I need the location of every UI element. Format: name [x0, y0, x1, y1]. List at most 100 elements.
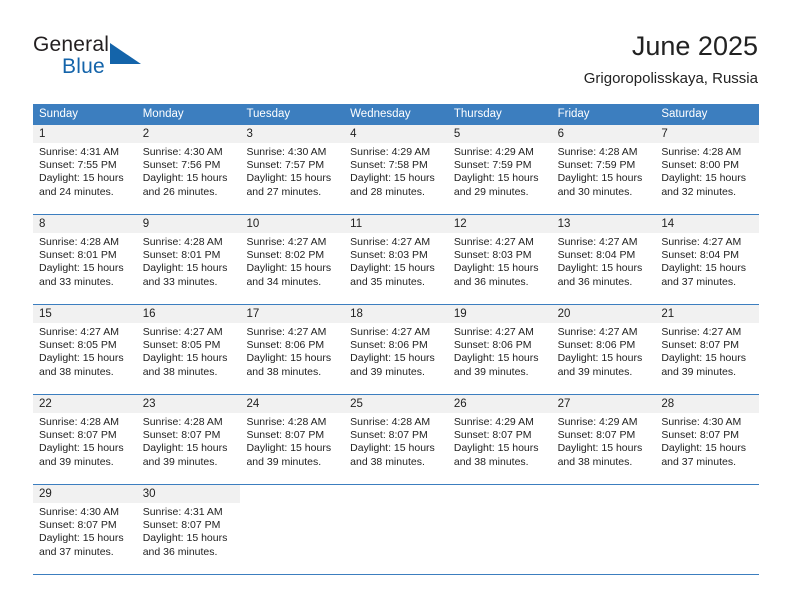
day-number-band: 3	[240, 125, 345, 143]
day-cell[interactable]: 17 Sunrise: 4:27 AM Sunset: 8:06 PM Dayligh…	[240, 305, 345, 394]
sunset-text: Sunset: 8:07 PM	[557, 429, 636, 442]
day-cell[interactable]: 12 Sunrise: 4:27 AM Sunset: 8:03 PM Dayligh…	[447, 215, 552, 304]
day-cell[interactable]: 7 Sunrise: 4:28 AM Sunset: 8:00 PM Daylight…	[655, 125, 760, 214]
day-cell[interactable]: 5 Sunrise: 4:29 AM Sunset: 7:59 PM Daylight…	[447, 125, 552, 214]
day-number-band: 10	[240, 215, 345, 233]
day-cell[interactable]: 6 Sunrise: 4:28 AM Sunset: 7:59 PM Daylight…	[551, 125, 656, 214]
day-cell[interactable]: 8 Sunrise: 4:28 AM Sunset: 8:01 PM Daylight…	[33, 215, 137, 304]
day-number: 30	[142, 488, 156, 500]
daylight-text-line1: Daylight: 15 hours	[350, 172, 435, 185]
general-blue-logo[interactable]: General Blue	[33, 33, 213, 89]
day-number: 4	[350, 128, 357, 140]
day-info: Sunrise: 4:27 AM Sunset: 8:06 PM Daylight:…	[344, 323, 448, 379]
day-cell[interactable]: 15 Sunrise: 4:27 AM Sunset: 8:05 PM Dayligh…	[33, 305, 137, 394]
day-cell[interactable]: 27 Sunrise: 4:29 AM Sunset: 8:07 PM Dayligh…	[551, 395, 656, 484]
page-subtitle: Grigoropolisskaya, Russia	[583, 70, 758, 87]
empty-day-cell	[447, 485, 552, 574]
daylight-text-line2: and 38 minutes.	[246, 365, 322, 378]
daylight-text-line2: and 37 minutes.	[661, 275, 737, 288]
day-cell[interactable]: 4 Sunrise: 4:29 AM Sunset: 7:58 PM Daylight…	[344, 125, 448, 214]
sunrise-text: Sunrise: 4:27 AM	[661, 236, 742, 248]
sunset-text: Sunset: 8:07 PM	[39, 429, 117, 442]
sunrise-text: Sunrise: 4:30 AM	[246, 146, 327, 158]
sunrise-text: Sunrise: 4:30 AM	[142, 146, 223, 158]
day-info: Sunrise: 4:27 AM Sunset: 8:03 PM Daylight:…	[344, 233, 448, 289]
day-info: Sunrise: 4:30 AM Sunset: 7:57 PM Daylight:…	[240, 143, 344, 199]
day-number: 23	[142, 398, 156, 410]
sunrise-text: Sunrise: 4:27 AM	[661, 326, 742, 338]
logo-text-blue: Blue	[62, 55, 105, 78]
day-info: Sunrise: 4:29 AM Sunset: 7:59 PM Daylight:…	[448, 143, 552, 199]
day-number: 25	[350, 398, 363, 410]
day-number: 7	[661, 128, 668, 140]
day-number: 14	[661, 218, 675, 230]
day-number: 27	[557, 398, 571, 410]
day-cell[interactable]: 30 Sunrise: 4:31 AM Sunset: 8:07 PM Dayligh…	[136, 485, 241, 574]
sunrise-text: Sunrise: 4:27 AM	[246, 326, 327, 338]
daylight-text-line1: Daylight: 15 hours	[557, 352, 643, 365]
sunset-text: Sunset: 8:06 PM	[557, 339, 636, 352]
day-cell[interactable]: 20 Sunrise: 4:27 AM Sunset: 8:06 PM Dayligh…	[551, 305, 656, 394]
day-cell[interactable]: 3 Sunrise: 4:30 AM Sunset: 7:57 PM Daylight…	[240, 125, 345, 214]
daylight-text-line1: Daylight: 15 hours	[142, 262, 228, 275]
day-cell[interactable]: 14 Sunrise: 4:27 AM Sunset: 8:04 PM Dayligh…	[655, 215, 760, 304]
day-info: Sunrise: 4:31 AM Sunset: 7:55 PM Daylight:…	[33, 143, 137, 199]
day-info: Sunrise: 4:28 AM Sunset: 8:07 PM Daylight:…	[137, 413, 241, 469]
sunset-text: Sunset: 8:07 PM	[661, 429, 739, 442]
sunrise-text: Sunrise: 4:28 AM	[557, 146, 638, 158]
daylight-text-line2: and 38 minutes.	[142, 365, 218, 378]
day-info: Sunrise: 4:28 AM Sunset: 8:07 PM Daylight:…	[33, 413, 137, 469]
day-number-band: 27	[551, 395, 656, 413]
day-cell[interactable]: 21 Sunrise: 4:27 AM Sunset: 8:07 PM Dayligh…	[655, 305, 760, 394]
day-info: Sunrise: 4:27 AM Sunset: 8:03 PM Daylight:…	[448, 233, 552, 289]
day-cell[interactable]: 29 Sunrise: 4:30 AM Sunset: 8:07 PM Dayligh…	[33, 485, 137, 574]
day-cell[interactable]: 18 Sunrise: 4:27 AM Sunset: 8:06 PM Dayligh…	[344, 305, 448, 394]
day-number: 10	[246, 218, 260, 230]
sunrise-text: Sunrise: 4:31 AM	[39, 146, 119, 158]
day-cell[interactable]: 19 Sunrise: 4:27 AM Sunset: 8:06 PM Dayligh…	[447, 305, 552, 394]
daylight-text-line2: and 37 minutes.	[39, 545, 114, 558]
sunrise-text: Sunrise: 4:28 AM	[142, 416, 223, 428]
weekday-header-sunday: Sunday	[39, 108, 79, 120]
day-cell[interactable]: 28 Sunrise: 4:30 AM Sunset: 8:07 PM Dayligh…	[655, 395, 760, 484]
weekday-header-wednesday: Wednesday	[350, 108, 411, 120]
sunrise-text: Sunrise: 4:28 AM	[142, 236, 223, 248]
day-cell[interactable]: 2 Sunrise: 4:30 AM Sunset: 7:56 PM Daylight…	[136, 125, 241, 214]
sunset-text: Sunset: 8:04 PM	[661, 249, 739, 262]
daylight-text-line1: Daylight: 15 hours	[557, 262, 643, 275]
day-cell[interactable]: 9 Sunrise: 4:28 AM Sunset: 8:01 PM Daylight…	[136, 215, 241, 304]
sunset-text: Sunset: 8:07 PM	[350, 429, 428, 442]
day-info: Sunrise: 4:28 AM Sunset: 8:01 PM Daylight:…	[137, 233, 241, 289]
day-number-band: 8	[33, 215, 137, 233]
daylight-text-line1: Daylight: 15 hours	[39, 532, 124, 545]
day-cell[interactable]: 22 Sunrise: 4:28 AM Sunset: 8:07 PM Dayligh…	[33, 395, 137, 484]
sunset-text: Sunset: 8:01 PM	[39, 249, 117, 262]
daylight-text-line1: Daylight: 15 hours	[453, 172, 539, 185]
sunset-text: Sunset: 8:03 PM	[453, 249, 532, 262]
day-info: Sunrise: 4:28 AM Sunset: 7:59 PM Daylight:…	[552, 143, 656, 199]
daylight-text-line2: and 38 minutes.	[39, 365, 114, 378]
daylight-text-line1: Daylight: 15 hours	[557, 442, 643, 455]
day-cell[interactable]: 25 Sunrise: 4:28 AM Sunset: 8:07 PM Dayligh…	[344, 395, 448, 484]
calendar-week-row: 8 Sunrise: 4:28 AM Sunset: 8:01 PM Daylight…	[33, 214, 760, 304]
daylight-text-line2: and 39 minutes.	[246, 455, 322, 468]
daylight-text-line2: and 26 minutes.	[142, 185, 218, 198]
sunset-text: Sunset: 8:06 PM	[453, 339, 532, 352]
day-number: 1	[39, 128, 46, 140]
day-cell[interactable]: 16 Sunrise: 4:27 AM Sunset: 8:05 PM Dayligh…	[136, 305, 241, 394]
day-cell[interactable]: 23 Sunrise: 4:28 AM Sunset: 8:07 PM Dayligh…	[136, 395, 241, 484]
day-number: 21	[661, 308, 675, 320]
sunrise-text: Sunrise: 4:30 AM	[39, 506, 119, 518]
daylight-text-line1: Daylight: 15 hours	[350, 262, 435, 275]
daylight-text-line2: and 39 minutes.	[142, 455, 218, 468]
day-cell[interactable]: 24 Sunrise: 4:28 AM Sunset: 8:07 PM Dayligh…	[240, 395, 345, 484]
day-number: 24	[246, 398, 260, 410]
day-cell[interactable]: 13 Sunrise: 4:27 AM Sunset: 8:04 PM Dayligh…	[551, 215, 656, 304]
day-number-band: 2	[136, 125, 241, 143]
day-cell[interactable]: 26 Sunrise: 4:29 AM Sunset: 8:07 PM Dayligh…	[447, 395, 552, 484]
day-cell[interactable]: 10 Sunrise: 4:27 AM Sunset: 8:02 PM Dayligh…	[240, 215, 345, 304]
daylight-text-line2: and 28 minutes.	[350, 185, 425, 198]
day-cell[interactable]: 11 Sunrise: 4:27 AM Sunset: 8:03 PM Dayligh…	[344, 215, 448, 304]
calendar-page: General Blue June 2025 Grigoropolisskaya…	[0, 0, 792, 612]
day-cell[interactable]: 1 Sunrise: 4:31 AM Sunset: 7:55 PM Daylight…	[33, 125, 137, 214]
